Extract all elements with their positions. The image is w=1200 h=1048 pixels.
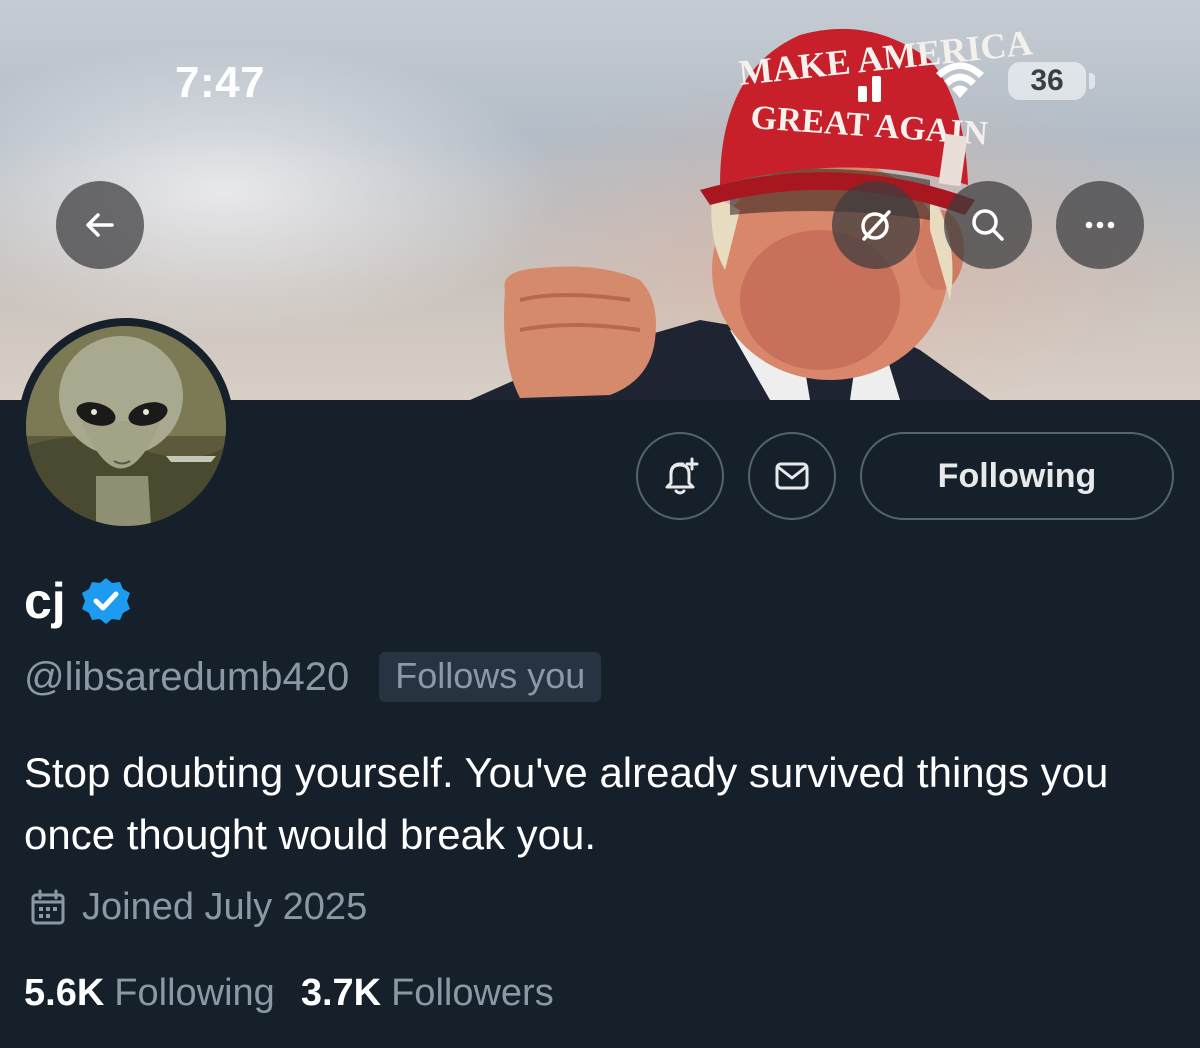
joined-date: Joined July 2025: [82, 886, 368, 928]
avatar-image: [26, 326, 226, 526]
following-count: 5.6K: [24, 972, 105, 1014]
search-icon: [972, 209, 1004, 241]
joined-row: Joined July 2025: [28, 886, 367, 929]
notifications-button[interactable]: [636, 432, 724, 520]
back-button[interactable]: [56, 181, 144, 269]
arrow-left-icon: [86, 213, 114, 237]
search-button[interactable]: [944, 181, 1032, 269]
follows-you-badge: Follows you: [379, 652, 602, 702]
wifi-icon: [936, 62, 984, 98]
display-name-row: cj: [24, 572, 132, 630]
mail-icon: [775, 462, 809, 490]
verified-badge-icon[interactable]: [80, 575, 132, 627]
username-handle: @libsaredumb420: [24, 654, 350, 699]
display-name: cj: [24, 573, 66, 629]
battery-cap: [1089, 73, 1095, 89]
battery-indicator: 36: [1008, 62, 1086, 100]
avatar[interactable]: [18, 318, 234, 534]
following-stat[interactable]: 5.6K Following: [24, 972, 275, 1015]
grok-button[interactable]: [832, 181, 920, 269]
followers-stat[interactable]: 3.7K Followers: [301, 972, 554, 1015]
more-button[interactable]: [1056, 181, 1144, 269]
profile-bio: Stop doubting yourself. You've already s…: [24, 749, 1109, 858]
following-button[interactable]: Following: [860, 432, 1174, 520]
message-button[interactable]: [748, 432, 836, 520]
status-time: 7:47: [175, 58, 266, 107]
bell-plus-icon: [665, 457, 699, 495]
calendar-icon: [31, 889, 65, 924]
followers-label: Followers: [391, 972, 554, 1014]
cellular-signal-icon: [858, 76, 881, 102]
more-horizontal-icon: [1085, 221, 1115, 229]
following-label: Following: [114, 972, 275, 1014]
grok-icon: [861, 210, 891, 241]
follow-stats: 5.6K Following 3.7K Followers: [24, 972, 554, 1015]
handle-row: @libsaredumb420 Follows you: [24, 652, 602, 702]
followers-count: 3.7K: [300, 972, 382, 1014]
